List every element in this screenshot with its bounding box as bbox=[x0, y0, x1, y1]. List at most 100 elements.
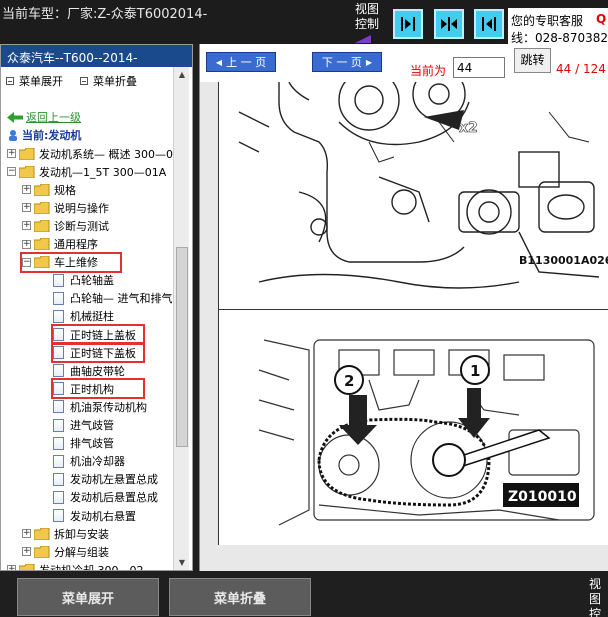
tree-item[interactable]: + 说明与操作 bbox=[22, 199, 109, 216]
tree-item-label: 凸轮轴盖 bbox=[70, 274, 114, 288]
folder-icon bbox=[34, 238, 50, 250]
document-icon bbox=[53, 436, 64, 450]
panel-split-button[interactable] bbox=[434, 9, 464, 39]
view-control-marker bbox=[355, 35, 371, 43]
tree-item-label: 发动机后悬置总成 bbox=[70, 491, 158, 505]
tree-item-label: 机械挺柱 bbox=[70, 310, 114, 324]
collapse-toggle-icon[interactable]: − bbox=[7, 167, 16, 177]
tree-item[interactable]: 排气歧管 bbox=[53, 435, 114, 452]
tree-item[interactable]: − 发动机—1_5T 300—01A bbox=[7, 163, 166, 180]
tree-item[interactable]: + 发动机冷却 300—02 bbox=[7, 561, 144, 570]
tree-item-label: 规格 bbox=[54, 183, 76, 197]
tree-item[interactable]: 发动机左悬置总成 bbox=[53, 471, 158, 488]
page-number-input[interactable] bbox=[453, 57, 505, 78]
service-phone: 线：028-8703820 bbox=[511, 31, 608, 44]
callout-number-1: 1 bbox=[470, 362, 480, 380]
prev-page-button[interactable]: ◀ 上 一 页 bbox=[206, 52, 276, 72]
document-icon bbox=[53, 509, 64, 522]
jump-button[interactable]: 跳转 bbox=[514, 48, 551, 73]
timing-chain-diagram: 2 1 Z010010 bbox=[258, 339, 595, 526]
document-icon bbox=[53, 472, 64, 486]
figure-2-caption: Z010010 bbox=[508, 489, 577, 505]
service-text: 您的专职客服 bbox=[511, 14, 584, 28]
tree-item[interactable]: + 发动机系统— 概述 300—0 bbox=[7, 145, 173, 162]
bottom-expand-button[interactable]: 菜单展开 bbox=[17, 578, 159, 616]
expand-toggle-icon[interactable]: + bbox=[22, 203, 31, 213]
tree-item-label: 机油泵传动机构 bbox=[70, 400, 147, 414]
back-link-label: 返回上一级 bbox=[26, 111, 81, 124]
folder-icon bbox=[34, 545, 50, 558]
back-arrow-icon bbox=[7, 111, 23, 123]
customer-service-box: 您的专职客服 Q 线：028-8703820 bbox=[508, 8, 608, 44]
tree-item-label: 发动机系统— 概述 300—0 bbox=[39, 147, 173, 161]
sidebar: 众泰汽车--T600--2014- 菜单展开 菜单折叠 返回上一级 当前:发动机… bbox=[0, 44, 193, 571]
menu-expand-link[interactable]: 菜单展开 bbox=[6, 73, 63, 89]
collapse-icon bbox=[80, 77, 88, 85]
expand-icon bbox=[6, 77, 14, 85]
expand-toggle-icon[interactable]: + bbox=[22, 185, 31, 195]
tree-item[interactable]: + 规格 bbox=[22, 181, 76, 198]
arrow-left-bar-icon bbox=[482, 17, 496, 31]
tree-item[interactable]: 进气歧管 bbox=[53, 417, 114, 434]
user-icon bbox=[9, 130, 17, 141]
tree-item[interactable]: 发动机后悬置总成 bbox=[53, 489, 158, 506]
menu-collapse-link[interactable]: 菜单折叠 bbox=[80, 73, 137, 89]
expand-toggle-icon[interactable]: + bbox=[22, 547, 31, 557]
arrow-down-callout-1 bbox=[458, 388, 490, 438]
tree-item[interactable]: 发动机右悬置 bbox=[53, 507, 136, 524]
folder-icon bbox=[19, 563, 35, 570]
sidebar-scroll-thumb[interactable] bbox=[176, 247, 188, 447]
document-icon bbox=[53, 364, 64, 378]
expand-toggle-icon[interactable]: + bbox=[22, 529, 31, 539]
next-page-button[interactable]: 下 一 页 ▶ bbox=[312, 52, 382, 72]
tree-item[interactable]: 曲轴皮带轮 bbox=[53, 362, 125, 379]
prev-page-label: 上 一 页 bbox=[226, 56, 267, 69]
panel-left-button[interactable] bbox=[474, 9, 504, 39]
view-control-label: 视图控制 bbox=[355, 2, 380, 31]
expand-toggle-icon[interactable]: + bbox=[22, 239, 31, 249]
highlight-box bbox=[51, 342, 145, 364]
callout-number-2: 2 bbox=[344, 372, 354, 390]
tree-item[interactable]: 机油冷却器 bbox=[53, 453, 125, 470]
tree-item[interactable]: 凸轮轴— 进气和排气 bbox=[53, 290, 173, 307]
next-page-label: 下 一 页 bbox=[321, 56, 362, 69]
panel-right-button[interactable] bbox=[393, 9, 423, 39]
app-window: 当前车型：厂家:Z-众泰T6002014- 视图控制 您的专职客服 Q 线：02 bbox=[0, 0, 608, 617]
arrow-right-bar-icon bbox=[401, 17, 415, 31]
bottom-collapse-button[interactable]: 菜单折叠 bbox=[169, 578, 311, 616]
tree-item[interactable]: 机械挺柱 bbox=[53, 308, 114, 325]
current-car-model: 当前车型：厂家:Z-众泰T6002014- bbox=[2, 7, 208, 22]
scroll-down-icon[interactable]: ▼ bbox=[176, 557, 188, 569]
sidebar-title: 众泰汽车--T600--2014- bbox=[1, 45, 192, 67]
expand-toggle-icon[interactable]: + bbox=[22, 221, 31, 231]
folder-icon bbox=[34, 219, 50, 232]
folder-icon bbox=[19, 165, 35, 178]
menu-expand-label: 菜单展开 bbox=[19, 75, 63, 88]
tree-item-label: 拆卸与安装 bbox=[54, 527, 109, 541]
engine-diagram-top: x2 bbox=[238, 82, 600, 289]
sidebar-scrollbar[interactable]: ▲ ▼ bbox=[173, 67, 189, 570]
tree-item[interactable]: 机油泵传动机构 bbox=[53, 398, 147, 415]
document-icon bbox=[53, 291, 64, 305]
scroll-up-icon[interactable]: ▲ bbox=[176, 69, 188, 81]
current-page-label: 当前为 bbox=[410, 64, 447, 78]
highlight-box bbox=[20, 251, 122, 273]
document-icon bbox=[53, 273, 64, 287]
tree-item[interactable]: 凸轮轴盖 bbox=[53, 272, 114, 289]
back-link[interactable]: 返回上一级 bbox=[7, 109, 81, 125]
expand-toggle-icon[interactable]: + bbox=[7, 149, 16, 158]
bottom-view-control[interactable]: 视图控制 bbox=[589, 577, 608, 617]
tree-item[interactable]: + 诊断与测试 bbox=[22, 217, 109, 234]
tree-item-label: 说明与操作 bbox=[54, 201, 109, 215]
folder-icon bbox=[34, 201, 50, 214]
tree-item[interactable]: + 通用程序 bbox=[22, 236, 98, 253]
tree-item-label: 诊断与测试 bbox=[54, 219, 109, 233]
arrow-left-icon: ◀ bbox=[215, 57, 223, 67]
document-icon bbox=[53, 454, 64, 468]
tree-item[interactable]: + 拆卸与安装 bbox=[22, 525, 109, 542]
arrow-right-icon: ▶ bbox=[365, 57, 373, 67]
tree-item[interactable]: + 分解与组装 bbox=[22, 543, 109, 560]
menu-collapse-label: 菜单折叠 bbox=[93, 75, 137, 88]
tree-item-label: 发动机右悬置 bbox=[70, 509, 136, 523]
service-qq-link[interactable]: Q bbox=[596, 12, 606, 26]
